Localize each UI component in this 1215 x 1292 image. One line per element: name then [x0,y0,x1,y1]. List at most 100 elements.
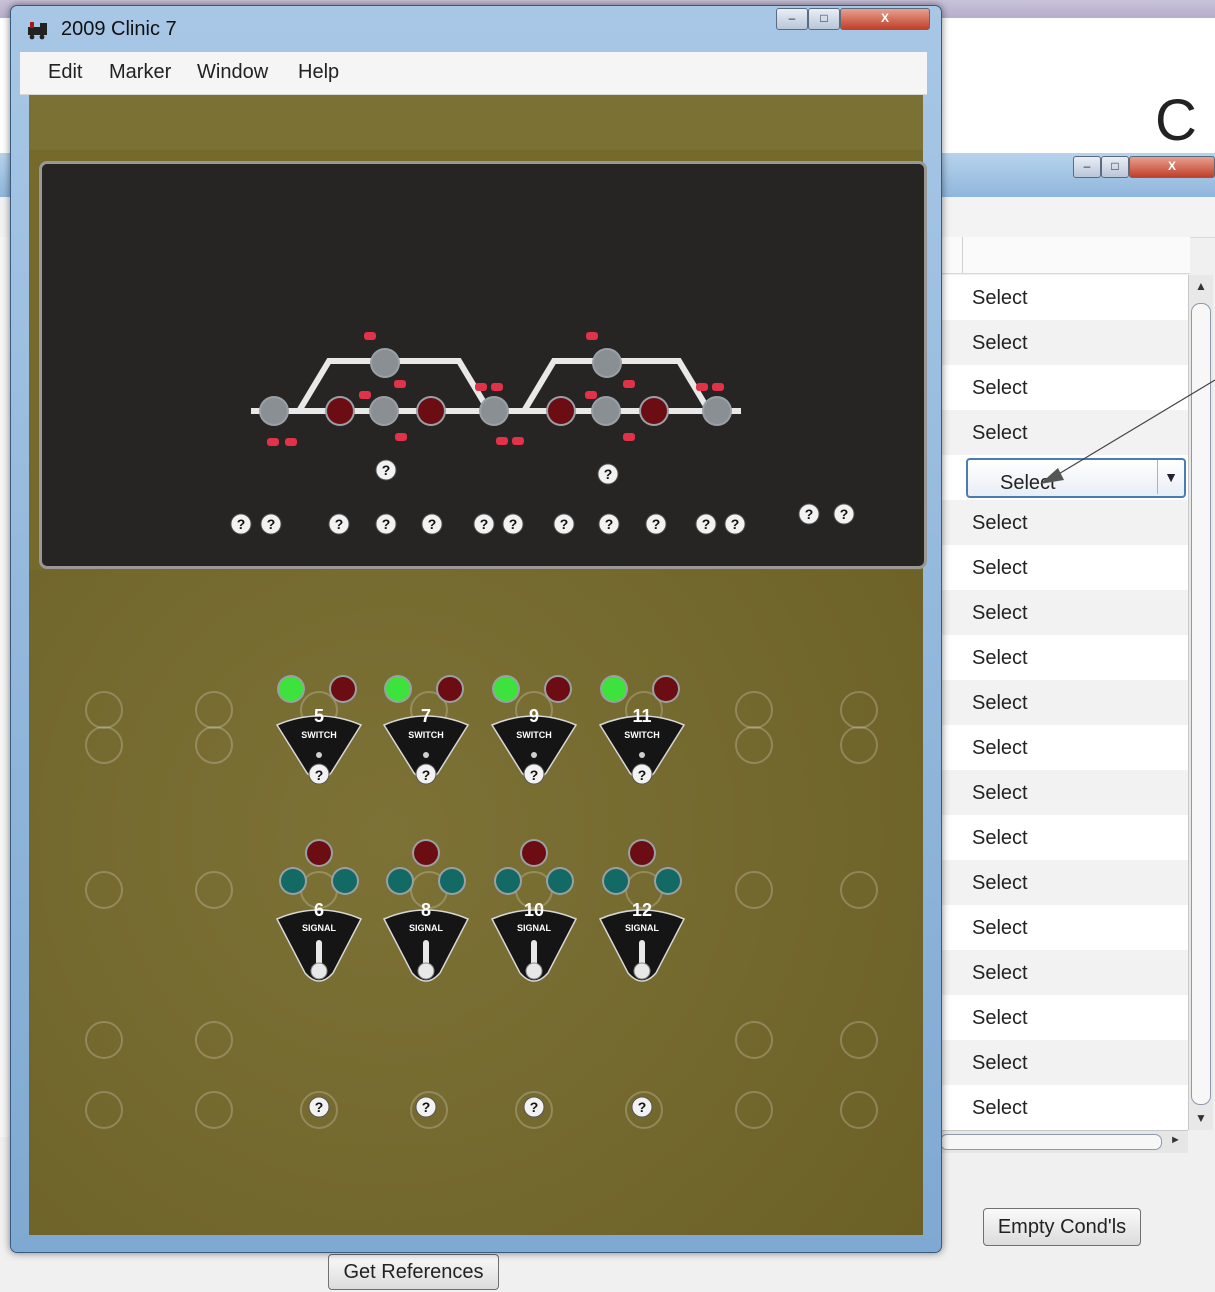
horizontal-scroll-thumb[interactable] [940,1134,1162,1150]
row-select-label: Select [972,647,1028,669]
signal-lamp-left [496,869,520,893]
empty-fixture-ring [840,1091,878,1129]
maximize-button[interactable]: □ [1101,156,1129,178]
close-button[interactable]: X [1129,156,1215,178]
minimize-button[interactable]: – [776,8,808,30]
control-panel: ???????????????? 5 SWITCH? 6 SIGNAL? 7 SWITCH?… [29,95,927,1235]
panel-drawing: ??????????????? ? 5 SWITCH? 6 SIGNAL? 7 SWITCH?… [85,332,878,1129]
table-row[interactable]: Select [940,410,1188,455]
signal-lever-icon[interactable] [531,940,537,966]
menu-help[interactable]: Help [298,61,339,84]
table-row[interactable]: Select [940,275,1188,320]
get-references-button[interactable]: Get References [328,1254,499,1290]
switch-number: 11 [632,706,651,726]
unknown-sensor-glyph: ? [422,1099,431,1115]
switch-label: SWITCH [408,730,444,740]
switch-number: 7 [421,706,431,726]
table-row[interactable]: Select [940,365,1188,410]
track-lamp [641,398,667,424]
empty-fixture-ring [840,726,878,764]
signal-lever-knob[interactable] [525,962,543,980]
empty-fixture-ring [840,871,878,909]
table-row[interactable]: Select [940,770,1188,815]
vertical-scroll-thumb[interactable] [1191,303,1211,1105]
track-lamp [593,398,619,424]
switch-lamp-normal [386,677,410,701]
row-select-label: Select [972,917,1028,939]
signal-lever-icon[interactable] [316,940,322,966]
select-combobox[interactable]: Select ▼ [966,458,1186,498]
table-row[interactable]: Select ▼ [940,455,1188,500]
signal-lever-icon[interactable] [639,940,645,966]
switch-lever-glyph: ? [422,767,431,783]
switch-number: 9 [529,706,539,726]
signal-lever-icon[interactable] [423,940,429,966]
empty-fixture-ring [195,1091,233,1129]
occupancy-marker [491,383,503,391]
menu-edit[interactable]: Edit [48,61,82,84]
menu-bar: Edit Marker Window Help [20,52,927,95]
empty-fixture-ring [735,726,773,764]
close-button[interactable]: X [840,8,930,30]
table-row[interactable]: Select [940,860,1188,905]
column-divider [962,237,963,273]
dropdown-arrow-icon[interactable]: ▼ [1157,460,1184,494]
table-row[interactable]: Select [940,590,1188,635]
signal-number: 6 [314,900,324,920]
occupancy-marker [359,391,371,399]
maximize-button[interactable]: □ [808,8,840,30]
signal-lever-knob[interactable] [310,962,328,980]
table-row[interactable]: Select [940,545,1188,590]
switch-lamp-reverse [654,677,678,701]
occupancy-marker [712,383,724,391]
occupancy-marker [394,380,406,388]
occupancy-marker [623,433,635,441]
empty-fixture-ring [840,1021,878,1059]
table-row[interactable]: Select [940,905,1188,950]
table-row[interactable]: Select [940,500,1188,545]
table-row[interactable]: Select [940,950,1188,995]
vertical-scrollbar[interactable]: ▲ ▼ [1188,275,1213,1130]
row-select-label: Select [972,332,1028,354]
menu-marker[interactable]: Marker [109,61,171,84]
background-table-left-edge [0,237,10,1137]
table-row[interactable]: Select [940,635,1188,680]
track-lamp [481,398,507,424]
signal-lamp-left [604,869,628,893]
row-select-label: Select [972,737,1028,759]
table-row[interactable]: Select [940,1040,1188,1085]
signal-label: SIGNAL [625,923,660,933]
occupancy-marker [267,438,279,446]
scroll-right-icon[interactable]: ► [1170,1134,1181,1146]
signal-lamp-stop [522,841,546,865]
minimize-button[interactable]: – [1073,156,1101,178]
menu-window[interactable]: Window [197,61,268,84]
table-row[interactable]: Select [940,320,1188,365]
row-select-label: Select [972,602,1028,624]
horizontal-scrollbar[interactable]: ► [940,1130,1188,1153]
signal-lever-knob[interactable] [417,962,435,980]
signal-lever-knob[interactable] [633,962,651,980]
signal-lamp-stop [307,841,331,865]
window-title: 2009 Clinic 7 [61,18,177,40]
table-row[interactable]: Select [940,815,1188,860]
signal-lamp-right [656,869,680,893]
occupancy-marker [585,391,597,399]
table-row[interactable]: Select [940,680,1188,725]
scroll-up-icon[interactable]: ▲ [1195,279,1207,293]
scroll-down-icon[interactable]: ▼ [1195,1111,1207,1125]
empty-condls-button[interactable]: Empty Cond'ls [983,1208,1141,1246]
row-select-label: Select [972,1007,1028,1029]
switch-pivot [531,752,537,758]
switch-lever-glyph: ? [530,767,539,783]
switch-lamp-normal [602,677,626,701]
occupancy-marker [395,433,407,441]
unknown-sensor-glyph: ? [428,516,437,532]
track-lamp [594,350,620,376]
table-row[interactable]: Select [940,995,1188,1040]
table-row[interactable]: Select [940,1085,1188,1130]
unknown-sensor-glyph: ? [652,516,661,532]
table-row[interactable]: Select [940,725,1188,770]
signal-lamp-stop [414,841,438,865]
occupancy-marker [512,437,524,445]
